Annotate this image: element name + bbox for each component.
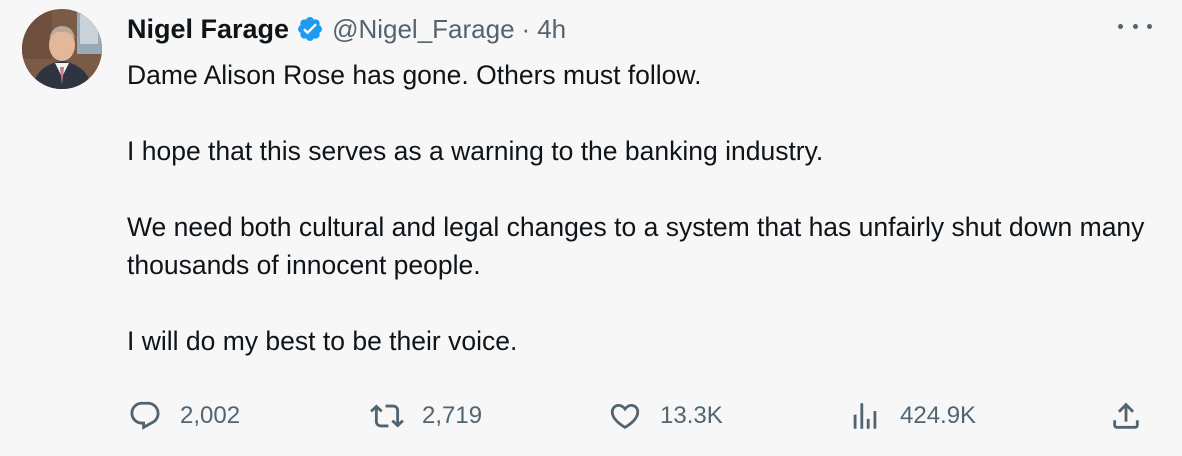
views-count: 424.9K xyxy=(900,402,977,429)
author-name[interactable]: Nigel Farage xyxy=(127,14,289,45)
avatar[interactable] xyxy=(22,9,102,89)
verified-badge-icon xyxy=(296,15,324,43)
tweet[interactable]: Nigel Farage @Nigel_Farage · 4h Dame Ali… xyxy=(0,0,1182,456)
tweet-text: Dame Alison Rose has gone. Others must f… xyxy=(127,56,1167,360)
reply-button[interactable]: 2,002 xyxy=(128,396,240,436)
author-handle[interactable]: @Nigel_Farage xyxy=(332,14,514,45)
tweet-paragraph: I hope that this serves as a warning to … xyxy=(127,136,824,166)
share-button[interactable] xyxy=(1109,396,1143,436)
like-button[interactable]: 13.3K xyxy=(608,396,723,436)
reply-icon xyxy=(130,401,160,430)
tweet-paragraph: We need both cultural and legal changes … xyxy=(127,212,1145,280)
tweet-paragraph: I will do my best to be their voice. xyxy=(127,326,518,356)
more-horizontal-icon[interactable] xyxy=(1118,14,1152,38)
analytics-icon xyxy=(853,403,877,429)
views-button[interactable]: 424.9K xyxy=(848,396,976,436)
retweet-count: 2,719 xyxy=(422,402,483,429)
tweet-actions: 2,002 2,719 13.3K 424.9K xyxy=(0,396,1182,436)
retweet-button[interactable]: 2,719 xyxy=(370,396,482,436)
avatar-photo xyxy=(22,9,102,89)
retweet-icon xyxy=(370,404,404,428)
tweet-timestamp[interactable]: 4h xyxy=(537,14,566,45)
share-icon xyxy=(1113,402,1139,429)
header-separator: · xyxy=(521,13,531,44)
reply-count: 2,002 xyxy=(180,402,241,429)
like-count: 13.3K xyxy=(660,402,723,429)
tweet-paragraph: Dame Alison Rose has gone. Others must f… xyxy=(127,60,702,90)
heart-icon xyxy=(610,403,640,429)
tweet-header: Nigel Farage @Nigel_Farage · 4h xyxy=(127,11,566,47)
